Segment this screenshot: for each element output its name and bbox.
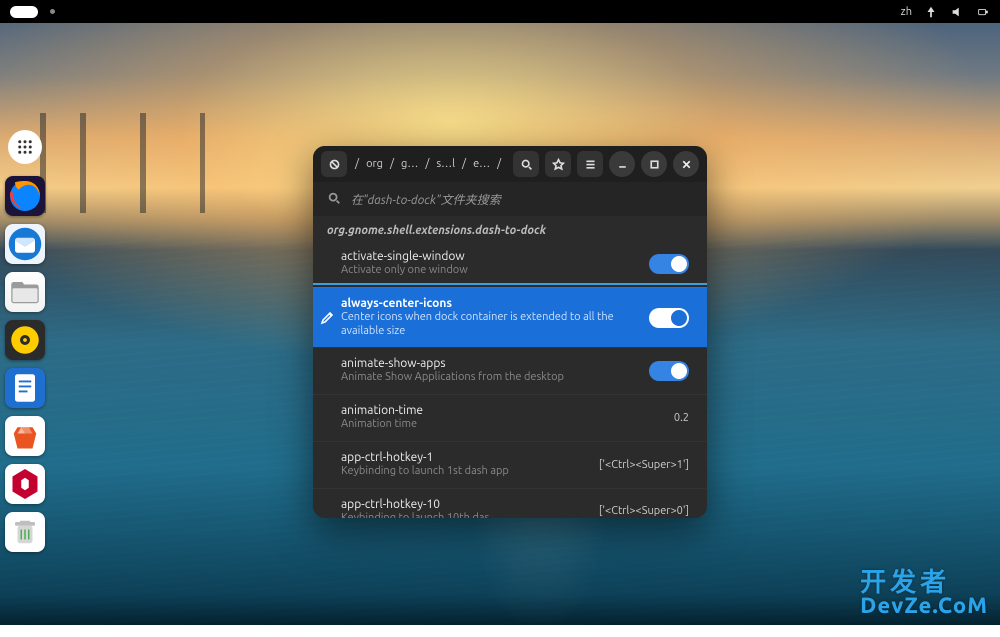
setting-key: app-ctrl-hotkey-10 <box>341 498 591 511</box>
breadcrumb[interactable]: / org / g… / s…l / e… / d… / a… <box>353 158 507 170</box>
setting-desc: Keybinding to launch 1st dash app <box>341 465 591 479</box>
dock-app-trash[interactable] <box>5 512 45 552</box>
dock-app-files[interactable] <box>5 272 45 312</box>
bookmark-button[interactable] <box>545 151 571 177</box>
setting-value: ['<Ctrl><Super>1'] <box>599 459 689 471</box>
toggle-switch[interactable] <box>649 308 689 328</box>
setting-row[interactable]: animation-time Animation time 0.2 <box>313 394 707 441</box>
watermark: 开发者 DevZe.CoM <box>860 569 988 617</box>
gnome-top-bar: zh <box>0 0 1000 23</box>
reset-icon[interactable] <box>321 151 347 177</box>
window-titlebar: / org / g… / s…l / e… / d… / a… <box>313 146 707 182</box>
power-icon[interactable] <box>976 5 990 19</box>
hamburger-menu-button[interactable] <box>577 151 603 177</box>
setting-desc: Keybinding to launch 10th das <box>341 512 591 519</box>
dock-app-thunderbird[interactable] <box>5 224 45 264</box>
search-button[interactable] <box>513 151 539 177</box>
breadcrumb-seg-active: d… <box>506 158 507 170</box>
breadcrumb-seg: / <box>353 158 361 170</box>
setting-row[interactable]: animate-show-apps Animate Show Applicati… <box>313 347 707 394</box>
setting-key: animation-time <box>341 404 666 417</box>
window-minimize-button[interactable] <box>609 151 635 177</box>
edit-icon <box>319 310 335 326</box>
show-applications-button[interactable] <box>8 130 42 164</box>
setting-row[interactable]: activate-single-window Activate only one… <box>313 241 707 287</box>
setting-row[interactable]: app-ctrl-hotkey-10 Keybinding to launch … <box>313 488 707 519</box>
volume-icon[interactable] <box>950 5 964 19</box>
window-maximize-button[interactable] <box>641 151 667 177</box>
dock-app-software[interactable] <box>5 416 45 456</box>
schema-path: org.gnome.shell.extensions.dash-to-dock <box>313 216 707 241</box>
setting-row-selected[interactable]: always-center-icons Center icons when do… <box>313 287 707 348</box>
dock-app-dconf[interactable] <box>5 464 45 504</box>
toggle-switch[interactable] <box>649 254 689 274</box>
dock-app-writer[interactable] <box>5 368 45 408</box>
breadcrumb-seg: g… <box>399 158 420 170</box>
dash-to-dock <box>2 130 48 552</box>
search-bar[interactable]: 在"dash-to-dock"文件夹搜索 <box>313 182 707 216</box>
setting-key: animate-show-apps <box>341 357 649 370</box>
watermark-line2: DevZe.CoM <box>860 595 988 617</box>
setting-value: 0.2 <box>674 412 689 424</box>
setting-value: ['<Ctrl><Super>0'] <box>599 505 689 517</box>
input-method-indicator[interactable]: zh <box>901 6 912 18</box>
breadcrumb-seg: s…l <box>434 158 457 170</box>
breadcrumb-seg: org <box>364 158 385 170</box>
setting-key: always-center-icons <box>341 297 649 310</box>
workspace-dot <box>50 9 55 14</box>
activities-indicator[interactable] <box>10 6 38 18</box>
breadcrumb-seg: e… <box>471 158 492 170</box>
dock-app-rhythmbox[interactable] <box>5 320 45 360</box>
settings-list[interactable]: activate-single-window Activate only one… <box>313 241 707 518</box>
search-placeholder: 在"dash-to-dock"文件夹搜索 <box>351 191 501 208</box>
toggle-switch[interactable] <box>649 361 689 381</box>
setting-row[interactable]: app-ctrl-hotkey-1 Keybinding to launch 1… <box>313 441 707 488</box>
watermark-line1: 开发者 <box>860 569 988 595</box>
dconf-editor-window: / org / g… / s…l / e… / d… / a… <box>313 146 707 518</box>
setting-desc: Center icons when dock container is exte… <box>341 311 649 339</box>
search-icon <box>327 191 341 208</box>
window-close-button[interactable] <box>673 151 699 177</box>
setting-desc: Activate only one window <box>341 264 649 278</box>
setting-desc: Animation time <box>341 418 666 432</box>
setting-key: activate-single-window <box>341 250 649 263</box>
setting-desc: Animate Show Applications from the deskt… <box>341 371 649 385</box>
dock-app-firefox[interactable] <box>5 176 45 216</box>
network-icon[interactable] <box>924 5 938 19</box>
setting-key: app-ctrl-hotkey-1 <box>341 451 591 464</box>
